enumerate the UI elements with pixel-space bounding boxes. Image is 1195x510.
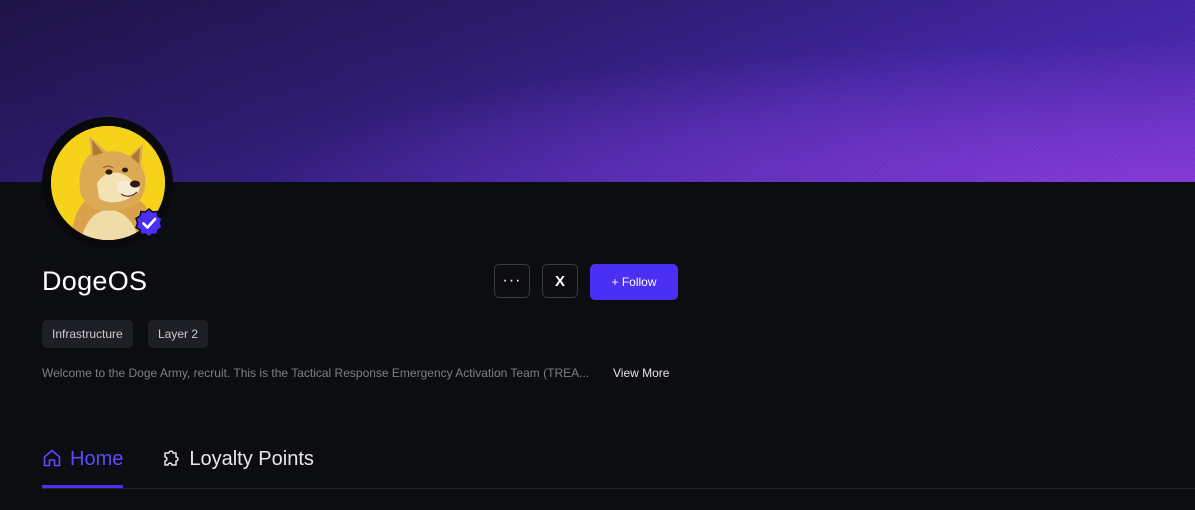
tab-loyalty-label: Loyalty Points: [189, 448, 314, 470]
puzzle-icon: [161, 447, 181, 469]
profile-page: DogeOS ··· X + Follow Infrastructure Lay…: [0, 0, 1195, 510]
tag-infrastructure[interactable]: Infrastructure: [42, 320, 133, 348]
profile-description: Welcome to the Doge Army, recruit. This …: [42, 366, 590, 380]
more-options-button[interactable]: ···: [494, 264, 530, 298]
follow-button-label: + Follow: [611, 275, 657, 289]
tab-home-label: Home: [70, 448, 124, 470]
tab-home[interactable]: Home: [42, 444, 124, 488]
banner-texture: [0, 0, 1195, 182]
tab-loyalty-points[interactable]: Loyalty Points: [161, 444, 314, 488]
profile-tabs: Home Loyalty Points: [42, 444, 352, 488]
tabs-divider: [42, 488, 1195, 489]
home-icon: [42, 447, 62, 469]
follow-button[interactable]: + Follow: [590, 264, 678, 300]
view-more-link[interactable]: View More: [613, 366, 669, 380]
verified-badge-icon: [134, 208, 164, 238]
tag-layer-2[interactable]: Layer 2: [148, 320, 209, 348]
profile-banner: [0, 0, 1195, 182]
profile-name: DogeOS: [42, 266, 148, 296]
x-social-button[interactable]: X: [542, 264, 578, 298]
more-dots-icon: ···: [502, 272, 522, 289]
x-logo-icon: X: [554, 272, 565, 290]
